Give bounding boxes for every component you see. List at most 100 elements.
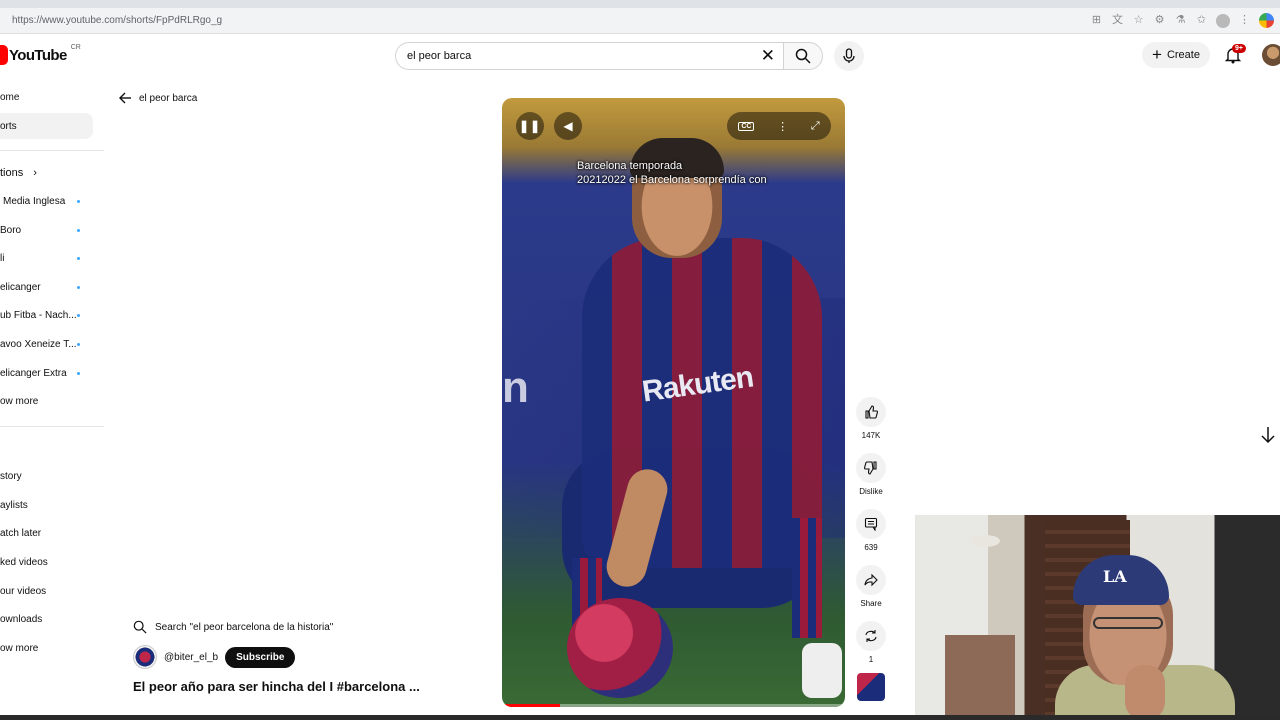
logo-region: CR [70, 43, 81, 51]
shorts-video-player[interactable]: n Rakuten ❚❚ ◀ CC ⋮ ⤢ Barcelona temporad… [502, 98, 845, 707]
sidebar-item-playlists[interactable]: aylists [0, 492, 28, 518]
new-content-dot [77, 200, 80, 203]
channel-avatar[interactable] [133, 645, 157, 669]
profile-icon[interactable] [1216, 13, 1230, 28]
subscription-label: elicanger [0, 281, 41, 293]
new-content-dot [77, 314, 80, 317]
sidebar-item-label: orts [0, 120, 17, 132]
sidebar-item-shorts[interactable]: orts [0, 113, 93, 139]
volume-button[interactable]: ◀ [554, 112, 582, 140]
related-search-text: Search "el peor barcelona de la historia… [155, 621, 334, 633]
sidebar-item-history[interactable]: story [0, 463, 22, 489]
sidebar-item-your-videos[interactable]: our videos [0, 578, 46, 604]
sidebar-item-home[interactable]: ome [0, 84, 19, 110]
voice-search-button[interactable] [834, 41, 864, 71]
pause-button[interactable]: ❚❚ [516, 112, 544, 140]
dislike-button[interactable] [856, 453, 886, 483]
subscription-label: ub Fitba - Nach... [0, 309, 77, 321]
more-options-icon[interactable]: ⋮ [777, 120, 788, 133]
like-count: 147K [861, 431, 881, 440]
captions-button[interactable]: CC [738, 121, 755, 131]
thumbs-up-icon [865, 405, 878, 419]
share-action[interactable]: Share [856, 565, 886, 608]
share-icon [864, 573, 878, 587]
star-icon[interactable]: ☆ [1132, 14, 1145, 27]
youtube-logo[interactable]: YouTube CR [0, 43, 81, 65]
wall-text: n [502, 363, 529, 412]
language-icon[interactable]: 文 [1111, 14, 1124, 27]
football [567, 598, 673, 698]
sidebar-subscription[interactable]: elicanger [0, 274, 80, 300]
sound-source-thumbnail[interactable] [857, 673, 885, 701]
menu-icon[interactable]: ⋮ [1238, 14, 1251, 27]
sidebar-subscription[interactable]: elicanger Extra [0, 360, 80, 386]
show-more-label: ow more [0, 642, 39, 654]
sidebar-subscription[interactable]: Media Inglesa [0, 188, 80, 214]
subscription-label: elicanger Extra [0, 367, 67, 379]
sidebar-subscription[interactable]: ub Fitba - Nach... [0, 302, 80, 328]
comments-button[interactable] [856, 509, 886, 539]
ceiling-lamp [970, 535, 1000, 547]
back-button[interactable]: el peor barca [118, 91, 197, 105]
back-link-label: el peor barca [139, 92, 198, 104]
sidebar-show-more[interactable]: ow more [0, 388, 38, 414]
sidebar-item-downloads[interactable]: ownloads [0, 606, 42, 632]
sidebar-subscription[interactable]: Boro [0, 217, 80, 243]
thumbs-down-icon [864, 461, 877, 475]
sidebar-item-label: ked videos [0, 556, 48, 568]
search-query[interactable]: el peor barca [407, 50, 471, 62]
subscriptions-heading[interactable]: tions › [0, 167, 37, 179]
dislike-action[interactable]: Dislike [856, 453, 886, 496]
comments-action[interactable]: 639 [856, 509, 886, 552]
sidebar-subscription[interactable]: li [0, 245, 80, 271]
create-button[interactable]: + Create [1142, 42, 1210, 68]
share-button[interactable] [856, 565, 886, 595]
subscriptions-title: tions [0, 167, 24, 179]
short-title[interactable]: El peor año para ser hincha del I #barce… [133, 679, 420, 694]
translate-icon[interactable]: ⊞ [1090, 14, 1103, 27]
sidebar-item-liked-videos[interactable]: ked videos [0, 549, 48, 575]
sidebar-item-watch-later[interactable]: atch later [0, 520, 41, 546]
progress-fill [502, 704, 561, 707]
remix-action[interactable]: 1 [856, 621, 886, 664]
notification-count-badge: 9+ [1232, 44, 1246, 53]
sidebar-item-label: atch later [0, 527, 42, 539]
chrome-ext-icon[interactable] [1259, 13, 1274, 28]
video-caption: Barcelona temporada 20212022 el Barcelon… [577, 159, 767, 187]
search-icon [133, 620, 147, 634]
caption-line: Barcelona temporada [577, 160, 683, 172]
new-content-dot [77, 286, 80, 289]
lab-icon[interactable]: ⚗ [1174, 14, 1187, 27]
account-avatar[interactable] [1262, 44, 1280, 66]
channel-handle[interactable]: @biter_el_b [164, 652, 218, 663]
remix-button[interactable] [856, 621, 886, 651]
related-search-chip[interactable]: Search "el peor barcelona de la historia… [133, 616, 333, 638]
search-icon [795, 48, 811, 64]
like-button[interactable] [856, 397, 886, 427]
browser-toolbar-icons: ⊞ 文 ☆ ⚙ ⚗ ✩ ⋮ [1090, 13, 1274, 28]
sidebar-item-label: aylists [0, 499, 28, 511]
search-button[interactable] [783, 42, 823, 70]
video-progress-bar[interactable] [502, 704, 845, 707]
sidebar-item-label: story [0, 470, 22, 482]
url-text[interactable]: https://www.youtube.com/shorts/FpPdRLRgo… [12, 15, 222, 26]
show-more-label: ow more [0, 395, 39, 407]
bookmark-icon[interactable]: ✩ [1195, 14, 1208, 27]
search-input[interactable]: el peor barca ✕ [395, 42, 783, 70]
remix-icon [865, 630, 877, 642]
clear-search-icon[interactable]: ✕ [761, 46, 775, 66]
sidebar-subscription[interactable]: avoo Xeneize T... [0, 331, 80, 357]
like-action[interactable]: 147K [856, 397, 886, 440]
bottom-edge-bar [0, 715, 1280, 720]
background-shelf [945, 635, 1015, 715]
extension-icon[interactable]: ⚙ [1153, 14, 1166, 27]
fullscreen-icon[interactable]: ⤢ [811, 120, 820, 133]
subscribe-button[interactable]: Subscribe [225, 646, 296, 668]
browser-address-bar[interactable]: https://www.youtube.com/shorts/FpPdRLRgo… [0, 8, 1280, 34]
new-content-dot [77, 343, 80, 346]
caption-line: 20212022 el Barcelona sorprendía con [577, 174, 767, 186]
create-label: Create [1166, 49, 1200, 61]
sidebar-show-more[interactable]: ow more [0, 635, 38, 661]
subscription-label: Media Inglesa [3, 195, 66, 207]
arrow-down-icon[interactable] [1257, 424, 1279, 446]
